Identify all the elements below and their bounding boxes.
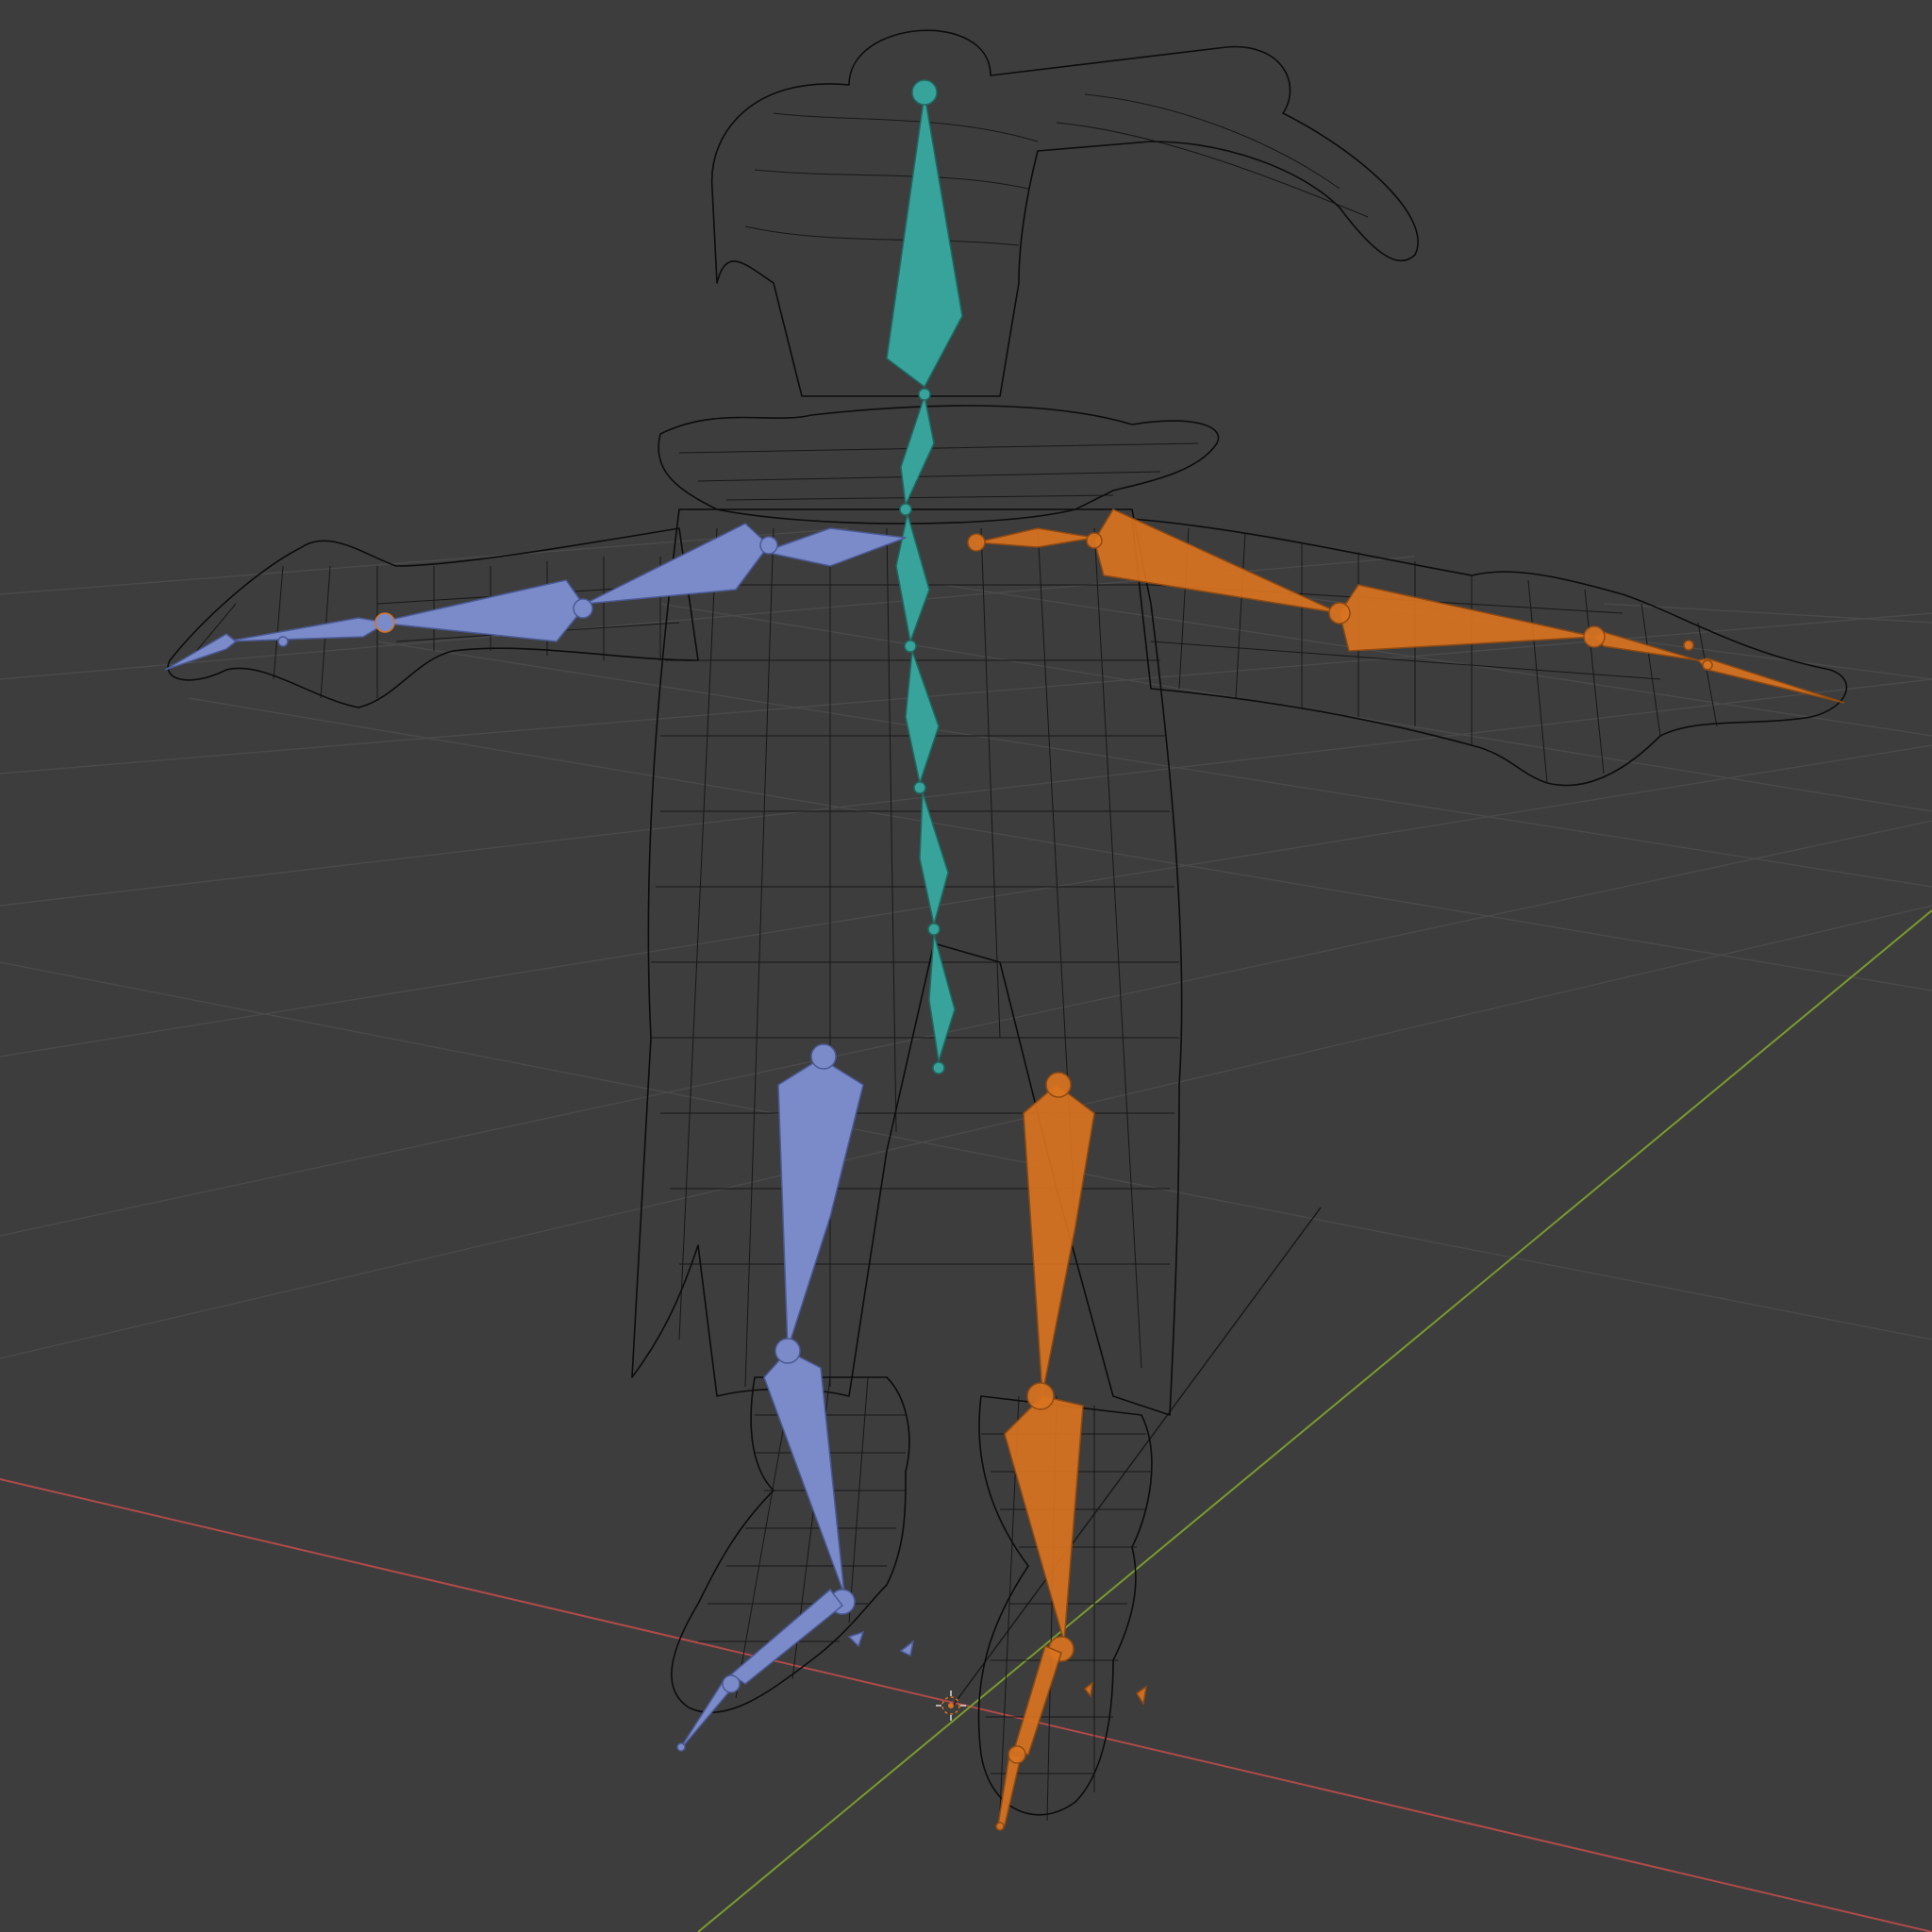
bone-spine-3[interactable]	[905, 650, 940, 786]
bone-hand-l[interactable]	[225, 617, 390, 642]
bone-toe-r[interactable]	[997, 1754, 1022, 1826]
bone-shoulder-l-joint[interactable]	[759, 536, 778, 555]
bone-spine-4[interactable]	[895, 513, 930, 644]
bone-thigh-r[interactable]	[1023, 1084, 1095, 1395]
bone-shin-l[interactable]	[763, 1350, 845, 1595]
bone-upper-arm-l[interactable]	[584, 523, 771, 605]
bone-hip-r-joint[interactable]	[1045, 1072, 1072, 1098]
viewport-canvas[interactable]	[0, 0, 1932, 1932]
bone-hip-l-joint[interactable]	[810, 1043, 837, 1070]
bone-forearm-l[interactable]	[376, 579, 586, 642]
bone-shin-r[interactable]	[1004, 1395, 1084, 1642]
bone-finger-l[interactable]	[164, 633, 238, 671]
character-mesh[interactable]	[167, 29, 1848, 1822]
bone-spine-1[interactable]	[928, 933, 956, 1062]
3d-viewport[interactable]	[0, 0, 1932, 1932]
bone-thigh-l[interactable]	[777, 1058, 864, 1350]
bone-foot-r[interactable]	[1013, 1644, 1062, 1756]
bone-shoulder-r[interactable]	[975, 527, 1095, 548]
bone-group-center[interactable]	[886, 79, 963, 1074]
bone-group-right[interactable]	[967, 508, 1845, 1831]
bone-shoulder-l[interactable]	[761, 527, 907, 567]
y-axis-line	[697, 909, 1932, 1932]
bone-upper-arm-r[interactable]	[1093, 508, 1341, 614]
bone-head[interactable]	[886, 93, 963, 389]
bone-forearm-r[interactable]	[1339, 584, 1595, 652]
bone-elbow-r-joint[interactable]	[1328, 602, 1351, 625]
bone-neck[interactable]	[900, 393, 935, 508]
floor-grid	[0, 527, 1932, 1359]
armature[interactable]	[164, 79, 1845, 1831]
bone-head-joint[interactable]	[911, 79, 938, 106]
